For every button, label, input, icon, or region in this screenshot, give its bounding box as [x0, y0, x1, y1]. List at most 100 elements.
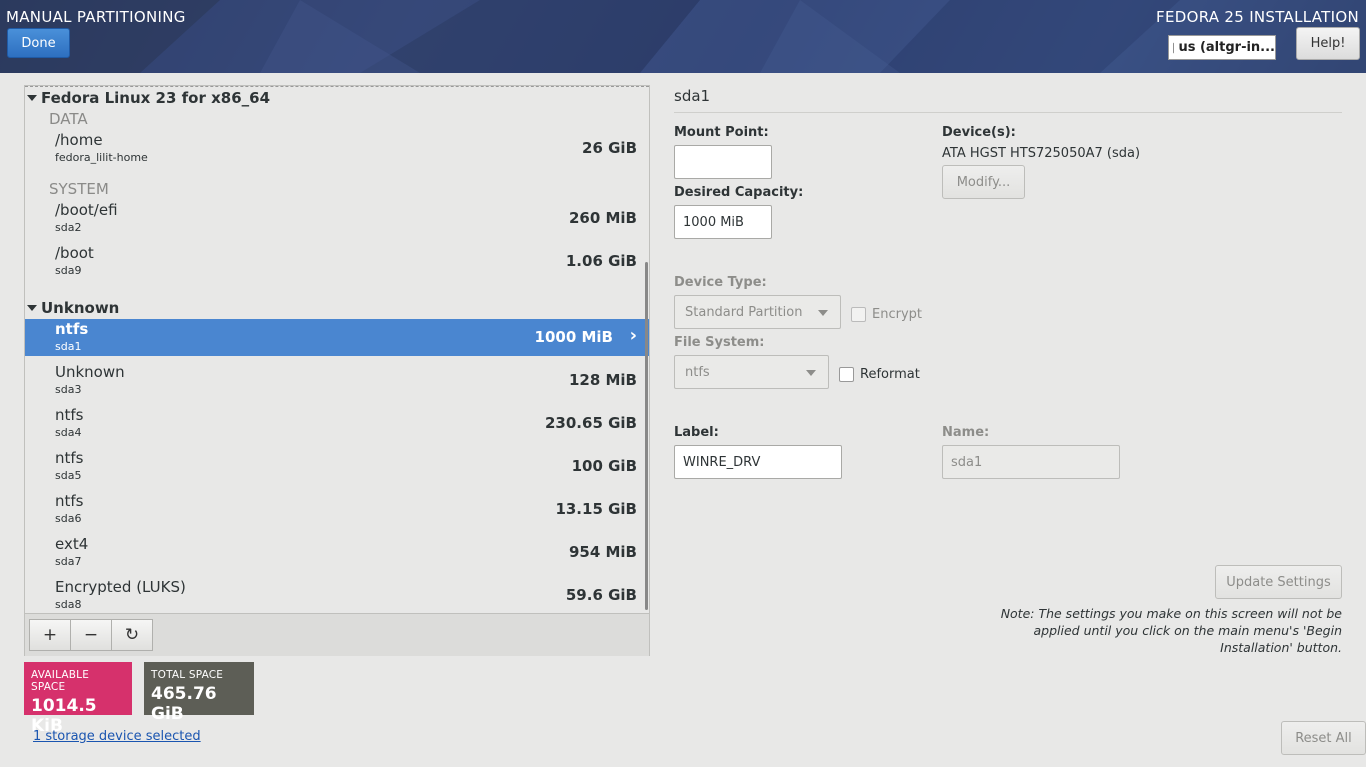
- file-system-select[interactable]: ntfs: [674, 355, 829, 389]
- keyboard-layout-indicator[interactable]: us (altgr-in...: [1168, 35, 1276, 60]
- partition-name: ext4: [55, 535, 89, 553]
- done-button[interactable]: Done: [7, 28, 70, 58]
- partition-size: 1000 MiB: [534, 328, 613, 346]
- partition-name: ntfs: [55, 492, 84, 510]
- reset-all-button[interactable]: Reset All: [1281, 721, 1366, 755]
- device-type-value: Standard Partition: [685, 304, 803, 320]
- unknown-group-header[interactable]: Unknown: [27, 299, 119, 317]
- device-type-label: Device Type:: [674, 275, 767, 290]
- expander-down-icon: [27, 95, 37, 101]
- partition-size: 59.6 GiB: [565, 586, 637, 604]
- modify-button[interactable]: Modify...: [942, 165, 1025, 199]
- partition-name: /boot: [55, 244, 94, 262]
- partition-device: sda1: [55, 340, 82, 353]
- partition-list-panel: Fedora Linux 23 for x86_64 DATA /home fe…: [24, 85, 650, 656]
- page-title: MANUAL PARTITIONING: [6, 8, 186, 26]
- keyboard-icon: [1173, 42, 1175, 53]
- chevron-down-icon: [818, 310, 828, 316]
- update-settings-button[interactable]: Update Settings: [1215, 565, 1342, 599]
- mount-point-label: Mount Point:: [674, 125, 769, 140]
- file-system-value: ntfs: [685, 364, 710, 380]
- partition-size: 260 MiB: [568, 209, 637, 227]
- label-input[interactable]: WINRE_DRV: [674, 445, 842, 479]
- partition-device: sda8: [55, 598, 82, 611]
- device-type-select[interactable]: Standard Partition: [674, 295, 841, 329]
- partition-size: 128 MiB: [568, 371, 637, 389]
- available-space-label: AVAILABLE SPACE: [31, 669, 90, 693]
- partition-toolbar: + − ↻: [25, 613, 649, 656]
- partition-device: sda2: [55, 221, 82, 234]
- encrypt-label: Encrypt: [872, 307, 922, 322]
- partition-name: Encrypted (LUKS): [55, 578, 186, 596]
- remove-partition-button[interactable]: −: [70, 619, 112, 651]
- encrypt-checkbox[interactable]: Encrypt: [851, 307, 922, 322]
- expander-down-icon: [27, 305, 37, 311]
- partition-size: 26 GiB: [582, 139, 637, 157]
- desired-capacity-input[interactable]: 1000 MiB: [674, 205, 772, 239]
- total-space-value: 465.76 GiB: [151, 684, 217, 724]
- unknown-group-label: Unknown: [41, 299, 120, 317]
- partition-list[interactable]: Fedora Linux 23 for x86_64 DATA /home fe…: [25, 86, 649, 613]
- partition-device: sda4: [55, 426, 82, 439]
- list-item[interactable]: /home fedora_lilit-home 26 GiB: [25, 130, 649, 167]
- list-item[interactable]: Unknown sda3 128 MiB: [25, 362, 649, 399]
- partition-name: /boot/efi: [55, 201, 118, 219]
- system-group-header[interactable]: Fedora Linux 23 for x86_64: [27, 89, 270, 107]
- available-space-box: AVAILABLE SPACE 1014.5 KiB: [24, 662, 132, 736]
- settings-note: Note: The settings you make on this scre…: [1000, 606, 1342, 655]
- list-item[interactable]: /boot/efi sda2 260 MiB: [25, 200, 649, 237]
- list-item[interactable]: ext4 sda7 954 MiB: [25, 534, 649, 571]
- list-item[interactable]: /boot sda9 1.06 GiB: [25, 243, 649, 280]
- list-item[interactable]: ntfs sda6 13.15 GiB: [25, 491, 649, 528]
- refresh-button[interactable]: ↻: [111, 619, 153, 651]
- chevron-right-icon: ›: [629, 325, 637, 346]
- list-item[interactable]: ntfs sda4 230.65 GiB: [25, 405, 649, 442]
- devices-label: Device(s):: [942, 125, 1016, 140]
- divider: [674, 112, 1342, 113]
- partition-name: ntfs: [55, 449, 84, 467]
- reformat-label: Reformat: [860, 367, 920, 382]
- partition-name: /home: [55, 131, 103, 149]
- desired-capacity-label: Desired Capacity:: [674, 185, 804, 200]
- add-partition-button[interactable]: +: [29, 619, 71, 651]
- partition-size: 13.15 GiB: [555, 500, 637, 518]
- installation-title: FEDORA 25 INSTALLATION: [1156, 8, 1359, 26]
- selected-partition-title: sda1: [674, 87, 711, 105]
- partition-name: ntfs: [55, 320, 89, 338]
- partition-device: sda5: [55, 469, 82, 482]
- partition-size: 230.65 GiB: [545, 414, 637, 432]
- checkbox-icon: [851, 307, 866, 322]
- partition-size: 100 GiB: [571, 457, 637, 475]
- partition-device: sda6: [55, 512, 82, 525]
- partition-device: fedora_lilit-home: [55, 151, 148, 164]
- list-scrollbar[interactable]: [645, 262, 648, 610]
- checkbox-icon: [839, 367, 854, 382]
- header-bar: MANUAL PARTITIONING Done FEDORA 25 INSTA…: [0, 0, 1366, 73]
- partition-device: sda9: [55, 264, 82, 277]
- name-input[interactable]: sda1: [942, 445, 1120, 479]
- partition-size: 1.06 GiB: [565, 252, 637, 270]
- help-button[interactable]: Help!: [1296, 27, 1360, 60]
- total-space-label: TOTAL SPACE: [151, 669, 224, 681]
- refresh-icon: ↻: [124, 625, 140, 645]
- partition-device: sda7: [55, 555, 82, 568]
- keyboard-layout-label: us (altgr-in...: [1178, 40, 1275, 55]
- list-item[interactable]: Encrypted (LUKS) sda8 59.6 GiB: [25, 577, 649, 613]
- minus-icon: −: [83, 625, 99, 645]
- reformat-checkbox[interactable]: Reformat: [839, 367, 920, 382]
- device-name: ATA HGST HTS725050A7 (sda): [942, 146, 1141, 161]
- plus-icon: +: [42, 625, 58, 645]
- total-space-box: TOTAL SPACE 465.76 GiB: [144, 662, 254, 724]
- category-system: SYSTEM: [49, 180, 109, 198]
- name-field-label: Name:: [942, 425, 990, 440]
- partition-size: 954 MiB: [568, 543, 637, 561]
- storage-devices-link[interactable]: 1 storage device selected: [33, 729, 201, 744]
- partition-name: ntfs: [55, 406, 84, 424]
- list-item-selected[interactable]: ntfs sda1 1000 MiB ›: [25, 319, 649, 356]
- partition-name: Unknown: [55, 363, 125, 381]
- file-system-label: File System:: [674, 335, 765, 350]
- mount-point-input[interactable]: [674, 145, 772, 179]
- list-item[interactable]: ntfs sda5 100 GiB: [25, 448, 649, 485]
- system-group-label: Fedora Linux 23 for x86_64: [41, 89, 271, 107]
- partition-device: sda3: [55, 383, 82, 396]
